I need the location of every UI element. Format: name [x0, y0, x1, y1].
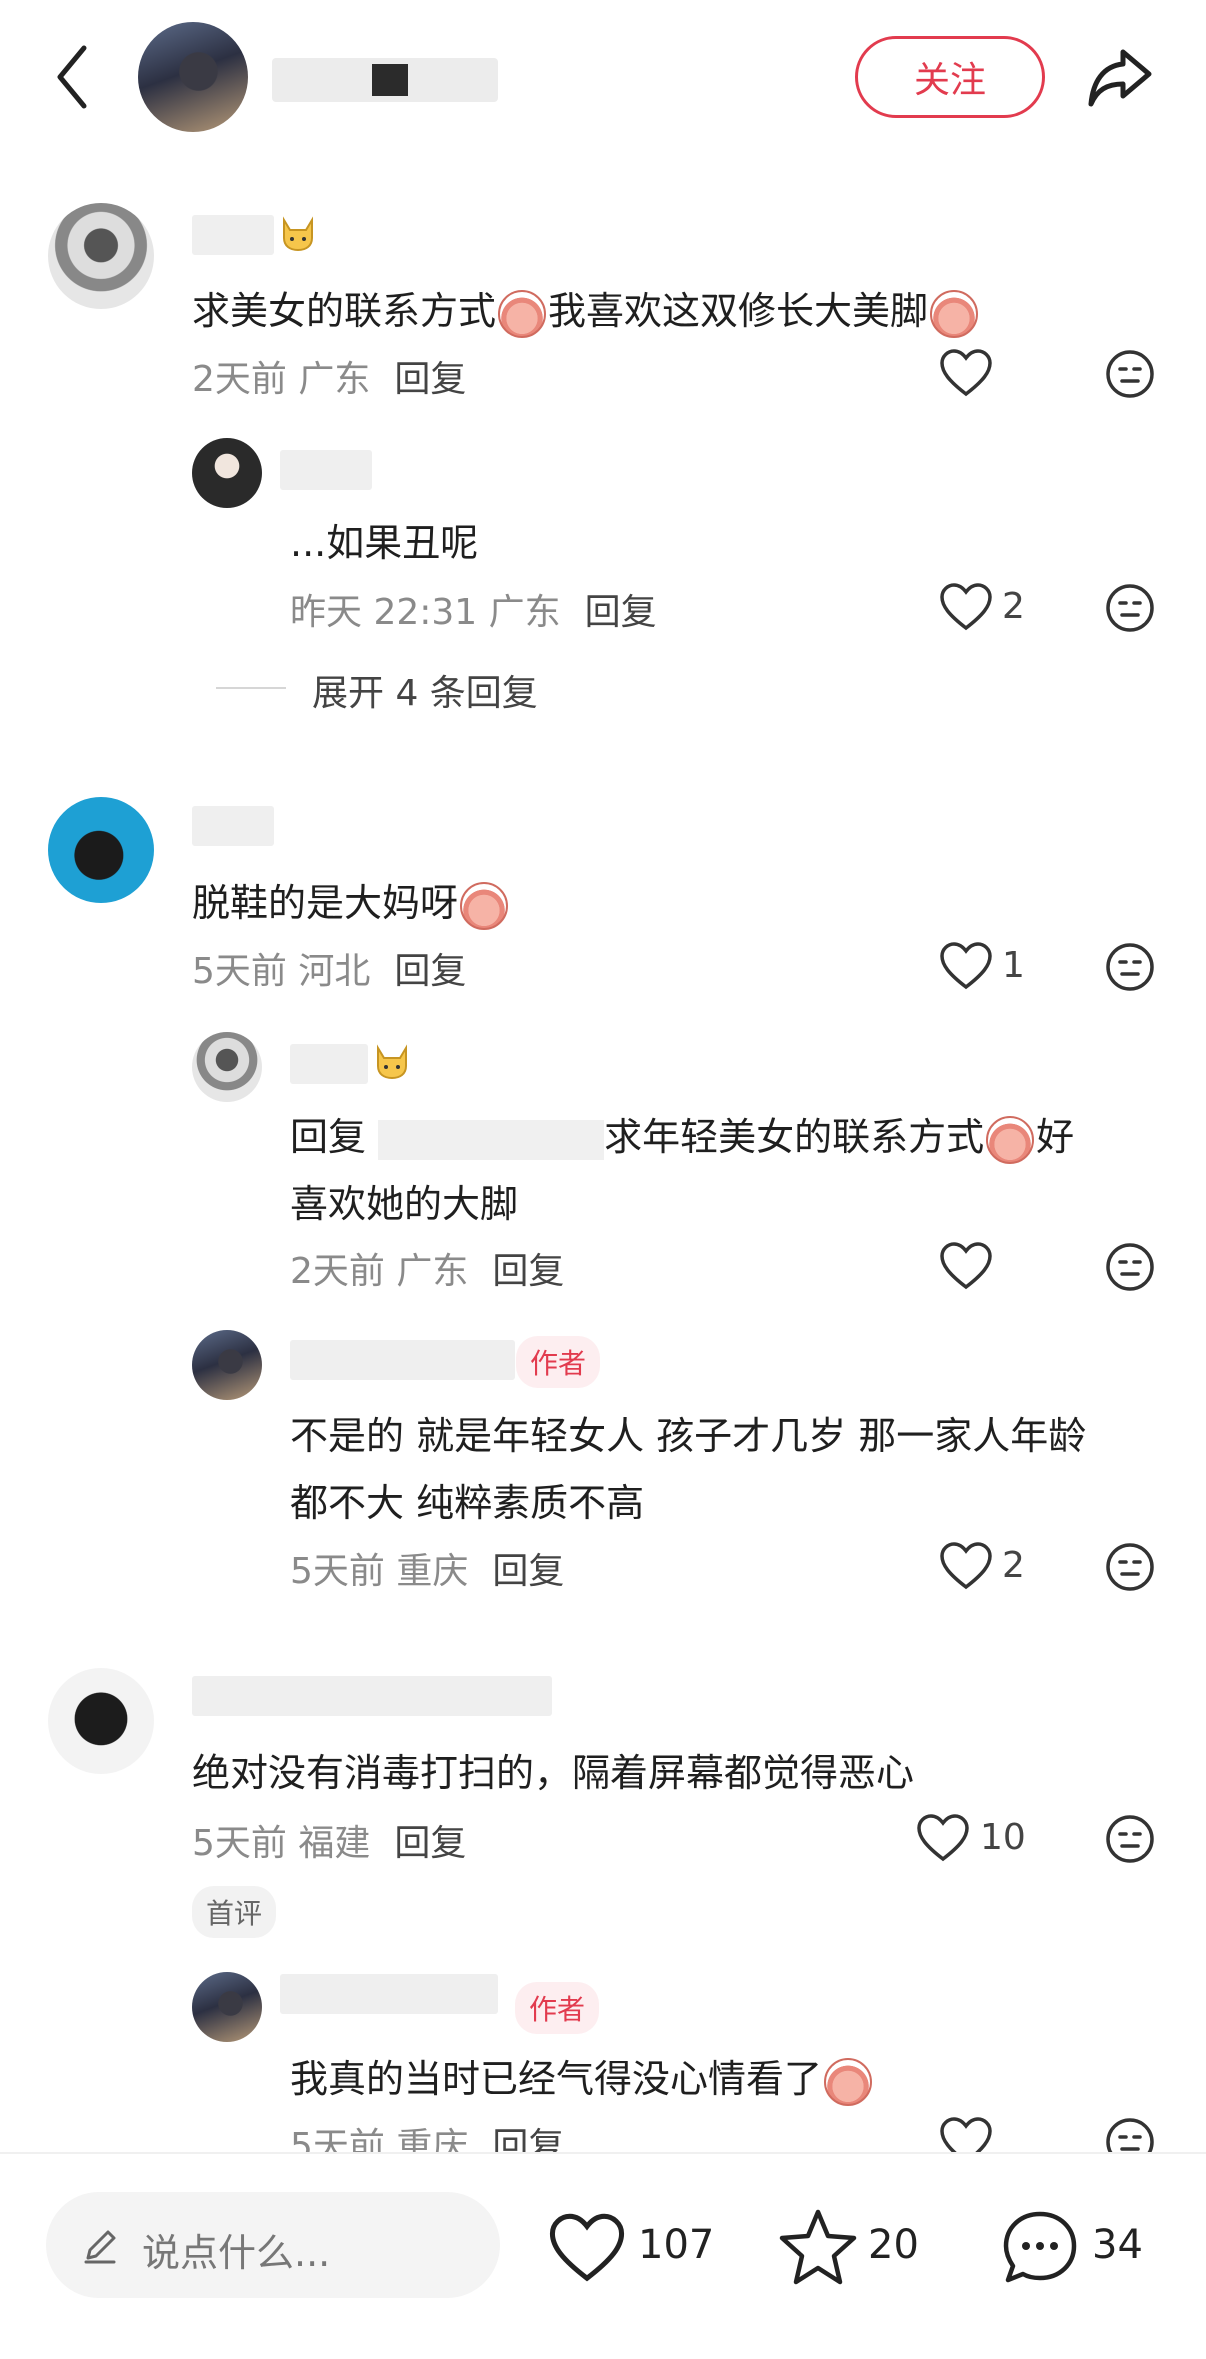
comment-text: 脱鞋的是大妈呀 — [192, 872, 510, 930]
like-count: 1 — [1002, 945, 1025, 986]
peach-emoji-icon — [986, 1115, 1035, 1164]
share-icon[interactable] — [1085, 42, 1155, 112]
star-count: 20 — [868, 2222, 919, 2268]
comment-input-placeholder: 说点什么... — [142, 2231, 331, 2275]
commenter-name-blurred — [192, 215, 274, 255]
commenter-avatar[interactable] — [192, 438, 262, 508]
commenter-avatar[interactable] — [48, 203, 154, 309]
cat-emoji-icon — [377, 1044, 407, 1080]
comment-meta: 5天前 福建 回复 — [192, 1823, 467, 1864]
comment-text: 我真的当时已经气得没心情看了 — [290, 2048, 874, 2106]
author-badge: 作者 — [516, 1336, 601, 1388]
dislike-face-icon[interactable] — [1104, 348, 1156, 400]
author-avatar[interactable] — [192, 1972, 262, 2042]
author-avatar[interactable] — [192, 1330, 262, 1400]
author-badge: 作者 — [515, 1982, 600, 2034]
dislike-face-icon[interactable] — [1104, 1241, 1156, 1293]
comment-text: ...如果丑呢 — [290, 521, 479, 565]
like-heart-icon[interactable] — [939, 1541, 993, 1591]
commenter-name-blurred — [290, 1044, 368, 1084]
comment-meta: 5天前 河北 回复 — [192, 951, 467, 992]
first-comment-badge: 首评 — [192, 1886, 277, 1938]
mention-blurred — [378, 1119, 605, 1160]
reply-button[interactable]: 回复 — [394, 359, 466, 400]
commenter-name-blurred — [192, 806, 274, 846]
comment-meta: 2天前 广东 回复 — [290, 1251, 565, 1292]
reply-button[interactable]: 回复 — [492, 1551, 564, 1592]
like-heart-icon[interactable] — [548, 2212, 626, 2284]
comment-meta: 2天前 广东 回复 — [192, 359, 467, 400]
top-bar: 关注 — [0, 0, 1206, 150]
follow-button[interactable]: 关注 — [855, 36, 1045, 118]
like-heart-icon[interactable] — [939, 348, 993, 398]
reply-button[interactable]: 回复 — [394, 951, 466, 992]
crying-emoji-icon — [460, 881, 509, 930]
back-icon[interactable] — [52, 42, 92, 112]
bottom-action-bar: 说点什么... 107 20 34 — [0, 2152, 1206, 2359]
like-count: 10 — [980, 1817, 1026, 1858]
like-heart-icon[interactable] — [939, 582, 993, 632]
author-name-blurred — [272, 58, 498, 102]
like-heart-icon[interactable] — [939, 1241, 993, 1291]
comment-input[interactable]: 说点什么... — [46, 2192, 500, 2298]
comment-bubble-icon[interactable] — [1000, 2208, 1080, 2288]
dislike-face-icon[interactable] — [1104, 1813, 1156, 1865]
commenter-avatar[interactable] — [48, 797, 154, 903]
comment-meta: 5天前 重庆 回复 — [290, 1551, 565, 1592]
comment-count: 34 — [1092, 2222, 1143, 2268]
peach-emoji-icon — [930, 289, 979, 338]
commenter-name-blurred — [192, 1676, 552, 1716]
reply-button[interactable]: 回复 — [585, 592, 657, 633]
like-total-count: 107 — [638, 2222, 715, 2268]
comment-text: 绝对没有消毒打扫的，隔着屏幕都觉得恶心 — [192, 1751, 915, 1795]
like-heart-icon[interactable] — [916, 1813, 970, 1863]
comment-text: 不是的 就是年轻女人 孩子才几岁 那一家人年龄 — [290, 1414, 1087, 1458]
dislike-face-icon[interactable] — [1104, 941, 1156, 993]
like-count: 2 — [1002, 586, 1025, 627]
sad-emoji-icon — [824, 2057, 873, 2106]
dislike-face-icon[interactable] — [1104, 1541, 1156, 1593]
expand-divider — [216, 687, 286, 689]
author-name-blurred — [280, 1974, 498, 2014]
author-name-blurred — [290, 1340, 515, 1380]
comment-text-line2: 喜欢她的大脚 — [290, 1182, 519, 1226]
peach-emoji-icon — [498, 289, 547, 338]
comment-meta: 昨天 22:31 广东 回复 — [290, 592, 657, 633]
comment-text: 回复 求年轻美女的联系方式好 — [290, 1106, 1074, 1164]
dislike-face-icon[interactable] — [1104, 582, 1156, 634]
commenter-avatar[interactable] — [48, 1668, 154, 1774]
like-count: 2 — [1002, 1545, 1025, 1586]
cat-emoji-icon — [283, 216, 313, 252]
star-icon[interactable] — [778, 2208, 858, 2286]
like-heart-icon[interactable] — [939, 941, 993, 991]
commenter-name-blurred — [280, 450, 372, 490]
comment-text-line2: 都不大 纯粹素质不高 — [290, 1481, 645, 1525]
expand-replies-button[interactable]: 展开 4 条回复 — [312, 664, 538, 716]
commenter-avatar[interactable] — [192, 1032, 262, 1102]
pencil-icon — [84, 2230, 116, 2264]
reply-button[interactable]: 回复 — [394, 1823, 466, 1864]
comment-text: 求美女的联系方式 我喜欢这双修长大美脚 — [192, 280, 980, 338]
author-avatar[interactable] — [138, 22, 248, 132]
reply-button[interactable]: 回复 — [492, 1251, 564, 1292]
